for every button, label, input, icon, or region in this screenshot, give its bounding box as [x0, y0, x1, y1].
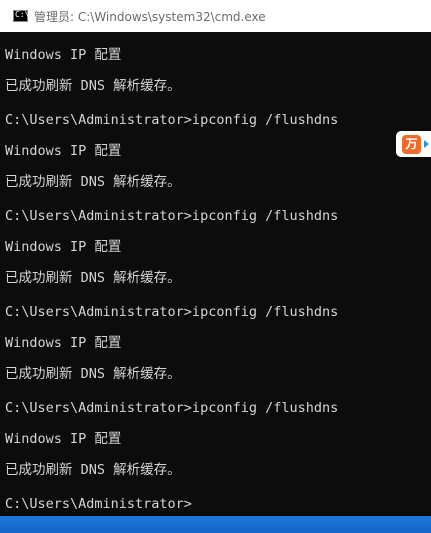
console-prompt-line: C:\Users\Administrator>ipconfig /flushdn… [5, 400, 339, 416]
cmd-icon: C:\ [13, 10, 30, 22]
console-line: Windows IP 配置 [5, 431, 122, 447]
console-prompt-line: C:\Users\Administrator>ipconfig /flushdn… [5, 208, 339, 224]
app-logo-icon: 万 [402, 134, 421, 154]
console-prompt-line: C:\Users\Administrator>ipconfig /flushdn… [5, 112, 339, 128]
console-output[interactable]: Windows IP 配置 已成功刷新 DNS 解析缓存。 C:\Users\A… [0, 32, 431, 516]
console-current-prompt[interactable]: C:\Users\Administrator> [5, 493, 192, 515]
cmd-icon-glyph: C:\ [15, 10, 30, 19]
console-line: 已成功刷新 DNS 解析缓存。 [5, 366, 181, 382]
console-line: 已成功刷新 DNS 解析缓存。 [5, 462, 181, 478]
console-line: 已成功刷新 DNS 解析缓存。 [5, 78, 181, 94]
desktop: C:\ 管理员: C:\Windows\system32\cmd.exe Win… [0, 0, 431, 533]
console-line: Windows IP 配置 [5, 47, 122, 63]
title-bar[interactable]: C:\ 管理员: C:\Windows\system32\cmd.exe [0, 0, 431, 32]
console-line: Windows IP 配置 [5, 335, 122, 351]
console-prompt-line: C:\Users\Administrator>ipconfig /flushdn… [5, 304, 339, 320]
window-title: 管理员: C:\Windows\system32\cmd.exe [34, 9, 266, 24]
cmd-window[interactable]: C:\ 管理员: C:\Windows\system32\cmd.exe Win… [0, 0, 431, 516]
console-line: Windows IP 配置 [5, 143, 122, 159]
desktop-background-strip [0, 516, 431, 533]
console-line: 已成功刷新 DNS 解析缓存。 [5, 270, 181, 286]
expand-arrow-icon [424, 140, 429, 148]
console-line: 已成功刷新 DNS 解析缓存。 [5, 174, 181, 190]
console-line: Windows IP 配置 [5, 239, 122, 255]
floating-side-widget[interactable]: 万 [396, 131, 431, 157]
